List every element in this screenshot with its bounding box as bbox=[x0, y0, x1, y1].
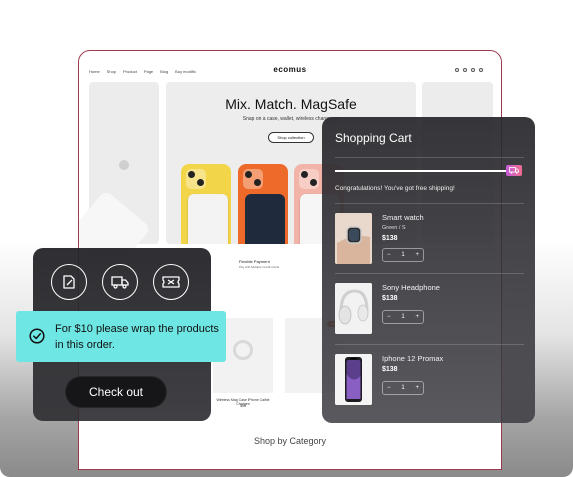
check-circle-icon bbox=[29, 328, 45, 349]
note-edit-icon[interactable] bbox=[51, 264, 87, 300]
quantity-value[interactable]: 1 bbox=[401, 385, 404, 391]
headphone-thumbnail[interactable] bbox=[335, 283, 372, 334]
nav-icons bbox=[455, 68, 483, 72]
item-price: $138 bbox=[382, 366, 398, 373]
free-shipping-message: Congratulations! You've got free shippin… bbox=[335, 185, 455, 192]
magsafe-battery-image bbox=[188, 194, 228, 244]
shopping-cart-panel: Shopping Cart Congratulations! You've go… bbox=[322, 117, 535, 423]
quantity-value[interactable]: 1 bbox=[401, 252, 404, 258]
quantity-stepper: − 1 + bbox=[382, 310, 424, 324]
slide-left-preview bbox=[79, 82, 159, 275]
cart-title: Shopping Cart bbox=[335, 131, 412, 145]
apple-logo-icon bbox=[119, 160, 129, 170]
product-price: $95 bbox=[240, 404, 246, 408]
divider bbox=[335, 273, 524, 274]
user-icon[interactable] bbox=[463, 68, 467, 72]
smart-watch-thumbnail[interactable] bbox=[335, 213, 372, 264]
delivery-truck-icon[interactable] bbox=[102, 264, 138, 300]
truck-badge-icon bbox=[506, 165, 522, 176]
quantity-value[interactable]: 1 bbox=[401, 314, 404, 320]
item-price: $138 bbox=[382, 295, 398, 302]
gift-wrap-note[interactable]: For $10 please wrap the products in this… bbox=[16, 311, 226, 362]
decrease-quantity-button[interactable]: − bbox=[387, 252, 391, 258]
wishlist-icon[interactable] bbox=[471, 68, 475, 72]
cart-item: Iphone 12 Promax $138 − 1 + bbox=[335, 354, 524, 410]
screenshot-stage: Home Shop Product Page Blog Buy modifix … bbox=[0, 0, 573, 477]
divider bbox=[335, 344, 524, 345]
gift-wrap-note-text: For $10 please wrap the products in this… bbox=[55, 323, 219, 351]
search-icon[interactable] bbox=[455, 68, 459, 72]
quantity-stepper: − 1 + bbox=[382, 248, 424, 262]
feature-title: Flexible Payment bbox=[239, 259, 270, 264]
quantity-stepper: − 1 + bbox=[382, 381, 424, 395]
checkout-button[interactable]: Check out bbox=[65, 376, 167, 408]
increase-quantity-button[interactable]: + bbox=[415, 252, 419, 258]
item-name[interactable]: Smart watch bbox=[382, 213, 424, 222]
item-variant: Green / S bbox=[382, 225, 406, 231]
item-price: $138 bbox=[382, 235, 398, 242]
magsafe-wallet-image bbox=[245, 194, 285, 244]
decrease-quantity-button[interactable]: − bbox=[387, 385, 391, 391]
cart-item: Smart watch Green / S $138 − 1 + bbox=[335, 213, 524, 269]
increase-quantity-button[interactable]: + bbox=[415, 314, 419, 320]
store-logo[interactable]: ecomus bbox=[79, 65, 501, 74]
divider bbox=[335, 203, 524, 204]
charger-image bbox=[233, 340, 253, 360]
cart-item: Sony Headphone $138 − 1 + bbox=[335, 283, 524, 339]
divider bbox=[335, 157, 524, 158]
item-name[interactable]: Iphone 12 Promax bbox=[382, 354, 443, 363]
increase-quantity-button[interactable]: + bbox=[415, 385, 419, 391]
shop-collection-button[interactable]: Shop collection bbox=[268, 132, 314, 143]
feature-subtitle: Pay with Multiple Credit Cards bbox=[239, 265, 280, 269]
shipping-progress-bar bbox=[335, 170, 518, 172]
gift-ticket-icon[interactable] bbox=[153, 264, 189, 300]
item-name[interactable]: Sony Headphone bbox=[382, 283, 440, 292]
iphone-thumbnail[interactable] bbox=[335, 354, 372, 405]
decrease-quantity-button[interactable]: − bbox=[387, 314, 391, 320]
section-heading: Shop by Category bbox=[253, 436, 327, 446]
hero-title: Mix. Match. MagSafe bbox=[225, 96, 357, 112]
cart-icon[interactable] bbox=[479, 68, 483, 72]
